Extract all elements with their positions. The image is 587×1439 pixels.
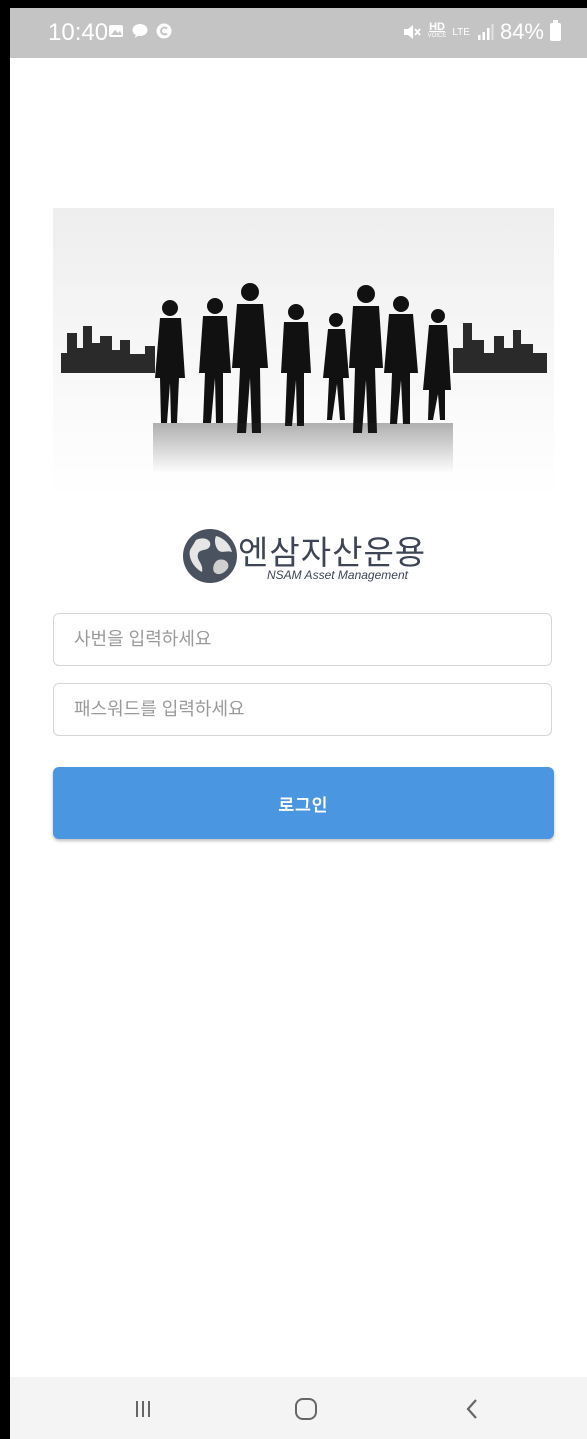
status-notification-icons [108,23,172,39]
employee-id-input[interactable] [53,613,552,666]
hd-voice-indicator: HD VOICE [427,21,447,41]
lte-label: LTE [452,26,470,38]
app-screen: 10:40 HD VOICE LTE 84% 엔삼자산운용 NSAM Asset… [10,8,587,1439]
globe-icon [183,529,237,583]
business-people-silhouettes [155,283,451,433]
company-logo: 엔삼자산운용 NSAM Asset Management [182,526,432,588]
login-button[interactable]: 로그인 [53,767,554,839]
status-system-icons: HD VOICE LTE 84% [402,19,561,45]
business-people-skyline-image [61,283,547,473]
recents-icon[interactable] [128,1395,158,1423]
logo-title: 엔삼자산운용 [238,534,427,571]
status-time: 10:40 [48,19,109,46]
logo-subtitle: NSAM Asset Management [267,568,408,582]
chat-icon [132,24,148,38]
people-reflection [153,423,453,473]
home-icon[interactable] [291,1395,321,1423]
status-bar: 10:40 HD VOICE LTE 84% [10,8,587,58]
back-icon[interactable] [458,1395,488,1423]
c-app-icon [156,23,172,39]
mute-icon [403,25,421,39]
hd-sub-label: VOICE [427,33,447,39]
password-input[interactable] [53,683,552,736]
hd-label: HD [429,21,445,33]
battery-percent: 84% [499,19,544,44]
signal-icon [477,24,494,40]
battery-icon [550,20,561,41]
system-navigation-bar [10,1377,587,1439]
gallery-icon [109,25,123,37]
hero-image [53,208,554,498]
